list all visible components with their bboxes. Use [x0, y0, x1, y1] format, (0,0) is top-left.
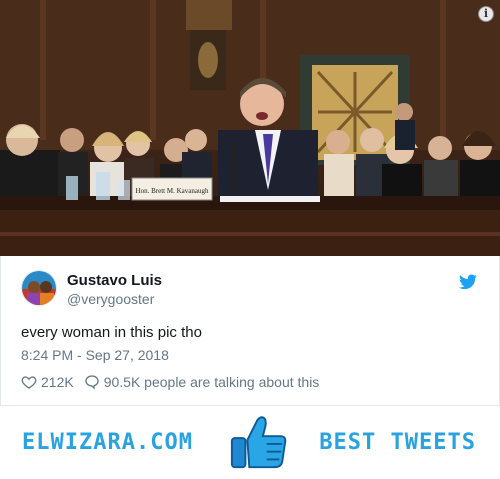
reply-count[interactable]: 90.5K people are talking about this — [104, 374, 320, 390]
site-name[interactable]: ELWIZARA.COM — [22, 430, 193, 455]
footer-banner: ELWIZARA.COM BEST TWEETS — [0, 406, 500, 479]
twitter-bird-icon[interactable] — [459, 274, 477, 290]
speech-bubble-icon[interactable] — [84, 374, 100, 390]
like-count[interactable]: 212K — [41, 374, 74, 390]
tweet-timestamp[interactable]: 8:24 PM - Sep 27, 2018 — [21, 347, 169, 363]
tweet-card: Gustavo Luis @verygooster every woman in… — [0, 256, 500, 406]
thumbs-up-icon — [230, 416, 287, 469]
info-icon[interactable]: i — [478, 6, 494, 22]
avatar[interactable] — [21, 270, 57, 306]
user-handle[interactable]: @verygooster — [67, 291, 154, 307]
tweet-text: every woman in this pic tho — [21, 324, 202, 341]
tweet-actions: 212K 90.5K people are talking about this — [21, 374, 319, 390]
best-tweets-label: BEST TWEETS — [319, 430, 476, 455]
nameplate-label: Hon. Brett M. Kavanaugh — [136, 187, 209, 195]
hearing-photo: Hon. Brett M. Kavanaugh i — [0, 0, 500, 256]
user-name[interactable]: Gustavo Luis — [67, 272, 162, 289]
heart-icon[interactable] — [21, 374, 37, 390]
photo-scene: Hon. Brett M. Kavanaugh — [0, 0, 500, 256]
